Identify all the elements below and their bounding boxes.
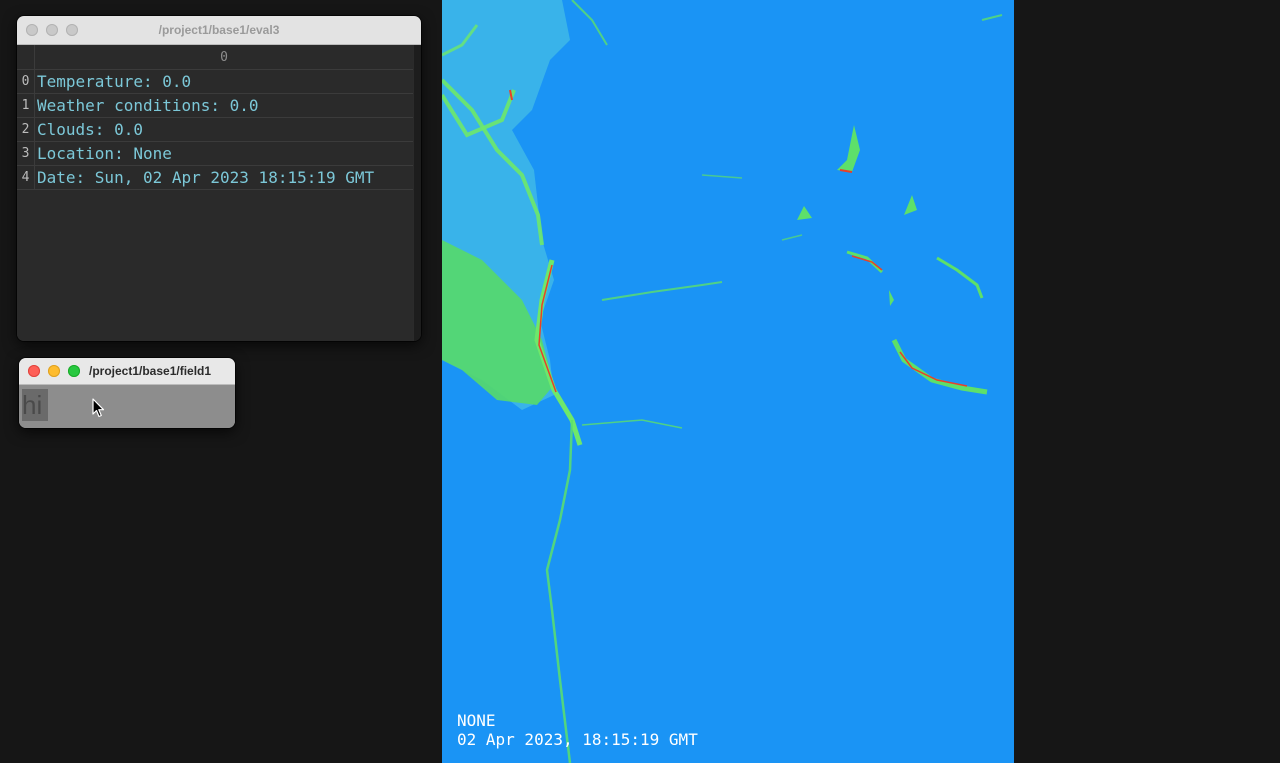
table-row[interactable]: 1 Weather conditions: 0.0: [17, 94, 413, 118]
table-cell[interactable]: Date: Sun, 02 Apr 2023 18:15:19 GMT: [37, 166, 413, 190]
map-location-label: NONE: [457, 711, 496, 730]
row-index: 3: [17, 142, 35, 165]
table-cell[interactable]: Clouds: 0.0: [37, 118, 413, 142]
table-row[interactable]: 3 Location: None: [17, 142, 413, 166]
table-cell[interactable]: Temperature: 0.0: [37, 70, 413, 94]
table-row[interactable]: 4 Date: Sun, 02 Apr 2023 18:15:19 GMT: [17, 166, 413, 190]
table-header: 0: [17, 45, 413, 70]
mouse-pointer-icon: [92, 398, 105, 418]
map-image: [442, 0, 1003, 763]
eval-window-titlebar[interactable]: /project1/base1/eval3: [17, 16, 421, 45]
row-index: 4: [17, 166, 35, 189]
row-index: 0: [17, 70, 35, 93]
table-cell[interactable]: Location: None: [37, 142, 413, 166]
map-date-label: 02 Apr 2023, 18:15:19 GMT: [457, 730, 698, 749]
text-field-value[interactable]: hi: [22, 389, 48, 421]
vertical-scrollbar[interactable]: [414, 45, 421, 341]
table-cell[interactable]: Weather conditions: 0.0: [37, 94, 413, 118]
text-field[interactable]: hi: [19, 385, 235, 428]
column-header[interactable]: 0: [35, 45, 413, 71]
field-window-titlebar[interactable]: /project1/base1/field1: [19, 358, 235, 385]
row-index: 1: [17, 94, 35, 117]
data-table: 0 0 Temperature: 0.0 1 Weather condition…: [17, 45, 413, 341]
window-title: /project1/base1/field1: [89, 364, 212, 378]
table-row[interactable]: 0 Temperature: 0.0: [17, 70, 413, 94]
field-window: /project1/base1/field1 hi: [19, 358, 235, 428]
table-row[interactable]: 2 Clouds: 0.0: [17, 118, 413, 142]
map-panel[interactable]: NONE 02 Apr 2023, 18:15:19 GMT: [442, 0, 1014, 763]
row-index: 2: [17, 118, 35, 141]
window-title: /project1/base1/eval3: [158, 23, 280, 37]
index-column-header: [17, 45, 35, 69]
eval-window: /project1/base1/eval3 0 0 Temperature: 0…: [17, 16, 421, 341]
